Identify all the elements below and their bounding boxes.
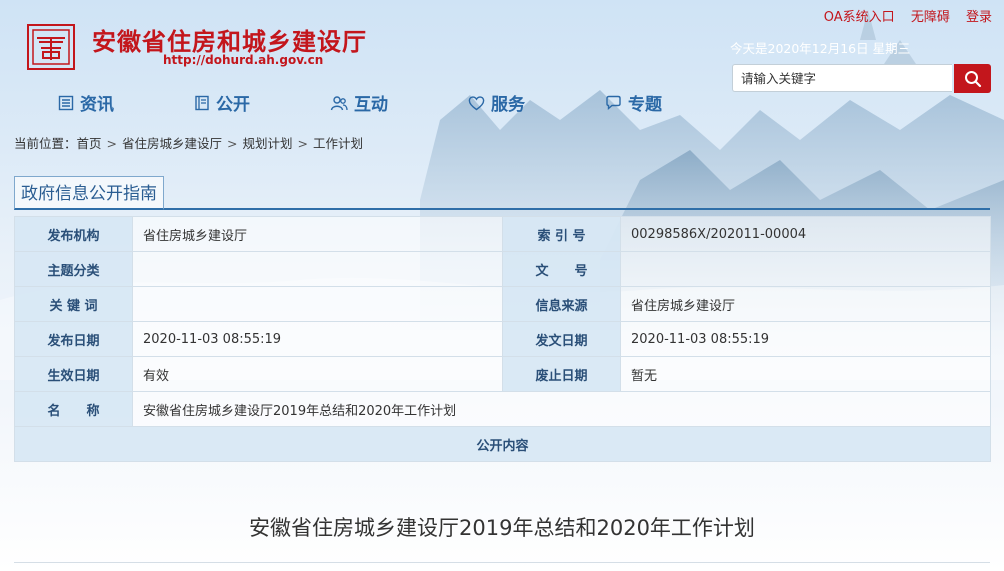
nav-item-service[interactable]: 服务 [468,90,525,115]
nav-item-label: 服务 [491,95,525,115]
value-publish-date: 2020-11-03 08:55:19 [132,321,503,357]
nav-item-label: 资讯 [80,95,114,115]
label-publish-date: 发布日期 [14,321,133,357]
value-keywords [132,286,503,322]
value-index-number: 00298586X/202011-00004 [620,216,991,252]
accessibility-link[interactable]: 无障碍 [911,10,950,25]
value-document-number [620,251,991,287]
breadcrumb-home[interactable]: 首页 [77,136,102,151]
heart-icon [468,95,485,110]
value-effective-date: 有效 [132,356,503,392]
nav-item-label: 专题 [628,95,662,115]
table-row: 公开内容 [14,426,991,462]
breadcrumb-planning[interactable]: 规划计划 [243,136,293,151]
government-emblem-icon [27,24,75,70]
panel-title: 政府信息公开指南 [14,176,164,210]
value-topic [132,251,503,287]
value-name: 安徽省住房城乡建设厅2019年总结和2020年工作计划 [132,391,991,427]
label-document-number: 文 号 [502,251,621,287]
top-links: OA系统入口 无障碍 登录 [812,6,992,25]
label-topic: 主题分类 [14,251,133,287]
nav-item-news[interactable]: 资讯 [58,90,114,115]
label-issue-date: 发文日期 [502,321,621,357]
table-row: 关 键 词 信息来源 省住房城乡建设厅 [14,286,991,322]
oa-entry-link[interactable]: OA系统入口 [824,10,895,25]
breadcrumb-separator: > [297,136,309,151]
nav-item-label: 公开 [216,95,250,115]
table-row: 发布日期 2020-11-03 08:55:19 发文日期 2020-11-03… [14,321,991,357]
search-bar [732,64,991,94]
main-nav: 资讯 公开 互动 服务 专题 [58,90,742,115]
table-row: 生效日期 有效 废止日期 暂无 [14,356,991,392]
nav-item-public[interactable]: 公开 [194,90,250,115]
value-source: 省住房城乡建设厅 [620,286,991,322]
breadcrumb-work-plan[interactable]: 工作计划 [313,136,363,151]
table-row: 名 称 安徽省住房城乡建设厅2019年总结和2020年工作计划 [14,391,991,427]
label-effective-date: 生效日期 [14,356,133,392]
label-expiry-date: 废止日期 [502,356,621,392]
label-name: 名 称 [14,391,133,427]
label-index-number: 索 引 号 [502,216,621,252]
breadcrumb: 当前位置：首页 > 省住房城乡建设厅 > 规划计划 > 工作计划 [14,133,363,152]
open-content-header: 公开内容 [14,426,991,462]
nav-item-label: 互动 [354,95,388,115]
panel-header: 政府信息公开指南 [14,172,990,210]
login-link[interactable]: 登录 [966,10,992,25]
value-expiry-date: 暂无 [620,356,991,392]
book-icon [195,95,209,110]
site-title: 安徽省住房和城乡建设厅 [92,27,367,56]
search-icon [964,70,981,87]
label-source: 信息来源 [502,286,621,322]
nav-item-interact[interactable]: 互动 [330,90,388,115]
list-icon [58,95,74,110]
breadcrumb-department[interactable]: 省住房城乡建设厅 [122,136,222,151]
site-logo[interactable] [27,24,75,70]
breadcrumb-separator: > [106,136,118,151]
label-keywords: 关 键 词 [14,286,133,322]
people-icon [330,95,348,110]
metadata-table: 发布机构 省住房城乡建设厅 索 引 号 00298586X/202011-000… [14,216,991,462]
table-row: 发布机构 省住房城乡建设厅 索 引 号 00298586X/202011-000… [14,216,991,252]
search-button[interactable] [954,64,991,93]
table-row: 主题分类 文 号 [14,251,991,287]
label-publisher: 发布机构 [14,216,133,252]
divider [14,562,990,563]
article-title: 安徽省住房城乡建设厅2019年总结和2020年工作计划 [249,516,755,540]
nav-item-topics[interactable]: 专题 [605,90,662,115]
date-display: 今天是2020年12月16日 星期三 [730,41,911,56]
breadcrumb-separator: > [227,136,238,151]
search-input[interactable] [732,64,952,92]
breadcrumb-prefix: 当前位置： [14,136,77,151]
site-url[interactable]: http://dohurd.ah.gov.cn [163,53,323,67]
chat-bubble-icon [606,95,621,110]
value-issue-date: 2020-11-03 08:55:19 [620,321,991,357]
value-publisher: 省住房城乡建设厅 [132,216,503,252]
